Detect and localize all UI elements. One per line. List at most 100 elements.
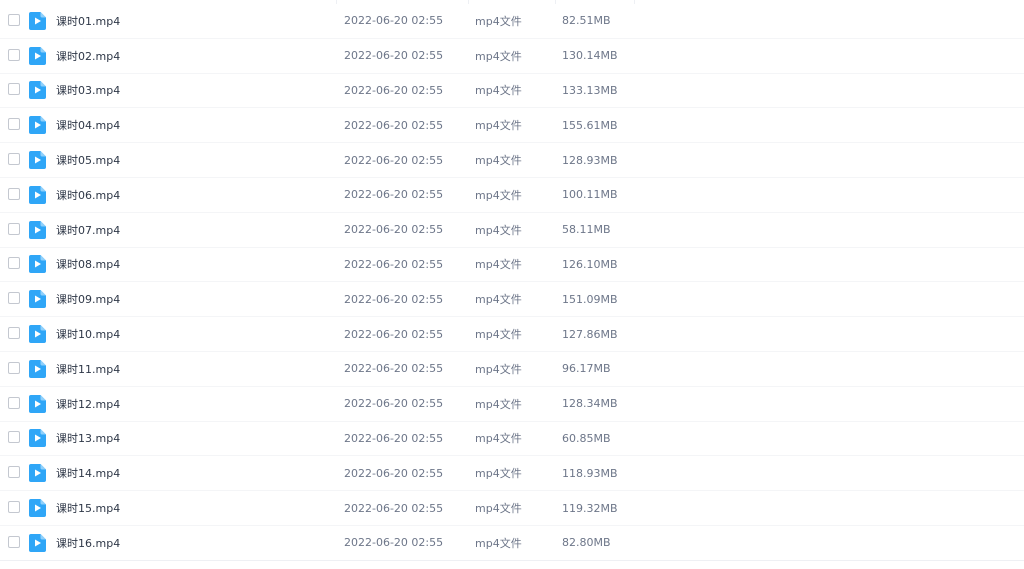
row-checkbox[interactable] (8, 466, 20, 479)
file-modified-date: 2022-06-20 02:55 (344, 292, 444, 306)
file-row[interactable]: 课时16.mp4 2022-06-20 02:55 mp4文件 82.80MB (0, 526, 1024, 561)
video-file-icon (29, 185, 46, 204)
file-type: mp4文件 (475, 223, 522, 237)
file-name[interactable]: 课时11.mp4 (56, 352, 120, 386)
file-modified-date: 2022-06-20 02:55 (344, 257, 444, 271)
file-modified-date: 2022-06-20 02:55 (344, 153, 444, 167)
row-checkbox[interactable] (8, 153, 20, 166)
file-row[interactable]: 课时01.mp4 2022-06-20 02:55 mp4文件 82.51MB (0, 4, 1024, 39)
row-checkbox[interactable] (8, 118, 20, 131)
file-row[interactable]: 课时15.mp4 2022-06-20 02:55 mp4文件 119.32MB (0, 491, 1024, 526)
file-type: mp4文件 (475, 154, 522, 168)
row-checkbox[interactable] (8, 431, 20, 444)
file-size: 119.32MB (562, 501, 618, 515)
file-name[interactable]: 课时07.mp4 (56, 213, 120, 247)
file-type: mp4文件 (475, 258, 522, 272)
row-checkbox[interactable] (8, 396, 20, 409)
file-name[interactable]: 课时01.mp4 (56, 4, 120, 38)
file-type: mp4文件 (475, 397, 522, 411)
file-row[interactable]: 课时03.mp4 2022-06-20 02:55 mp4文件 133.13MB (0, 74, 1024, 109)
video-file-icon (29, 46, 46, 65)
video-file-icon (29, 220, 46, 239)
file-type: mp4文件 (475, 328, 522, 342)
file-name[interactable]: 课时04.mp4 (56, 108, 120, 142)
file-row[interactable]: 课时06.mp4 2022-06-20 02:55 mp4文件 100.11MB (0, 178, 1024, 213)
file-modified-date: 2022-06-20 02:55 (344, 362, 444, 376)
row-checkbox[interactable] (8, 535, 20, 548)
file-row[interactable]: 课时04.mp4 2022-06-20 02:55 mp4文件 155.61MB (0, 108, 1024, 144)
row-checkbox[interactable] (8, 83, 20, 96)
file-name[interactable]: 课时05.mp4 (56, 143, 120, 177)
file-row[interactable]: 课时08.mp4 2022-06-20 02:55 mp4文件 126.10MB (0, 248, 1024, 283)
file-name[interactable]: 课时02.mp4 (56, 39, 120, 73)
file-size: 100.11MB (562, 188, 618, 202)
file-type: mp4文件 (475, 84, 522, 98)
file-size: 127.86MB (562, 327, 618, 341)
file-row[interactable]: 课时13.mp4 2022-06-20 02:55 mp4文件 60.85MB (0, 422, 1024, 457)
video-file-icon (29, 290, 46, 309)
file-name[interactable]: 课时06.mp4 (56, 178, 120, 212)
video-file-icon (29, 429, 46, 448)
file-size: 82.80MB (562, 536, 611, 550)
file-modified-date: 2022-06-20 02:55 (344, 188, 444, 202)
video-file-icon (29, 81, 46, 100)
file-size: 82.51MB (562, 14, 611, 28)
file-size: 118.93MB (562, 466, 618, 480)
file-name[interactable]: 课时03.mp4 (56, 74, 120, 108)
file-modified-date: 2022-06-20 02:55 (344, 223, 444, 237)
file-size: 58.11MB (562, 223, 611, 237)
file-row[interactable]: 课时12.mp4 2022-06-20 02:55 mp4文件 128.34MB (0, 387, 1024, 422)
file-name[interactable]: 课时09.mp4 (56, 282, 120, 316)
file-list: 课时01.mp4 2022-06-20 02:55 mp4文件 82.51MB … (0, 4, 1024, 561)
row-checkbox[interactable] (8, 222, 20, 235)
file-name[interactable]: 课时08.mp4 (56, 248, 120, 282)
file-size: 133.13MB (562, 83, 618, 97)
video-file-icon (29, 116, 46, 135)
video-file-icon (29, 499, 46, 518)
row-checkbox[interactable] (8, 187, 20, 200)
file-modified-date: 2022-06-20 02:55 (344, 118, 444, 132)
file-size: 96.17MB (562, 362, 611, 376)
file-size: 128.93MB (562, 153, 618, 167)
file-row[interactable]: 课时14.mp4 2022-06-20 02:55 mp4文件 118.93MB (0, 456, 1024, 492)
file-type: mp4文件 (475, 467, 522, 481)
file-row[interactable]: 课时09.mp4 2022-06-20 02:55 mp4文件 151.09MB (0, 282, 1024, 318)
file-name[interactable]: 课时13.mp4 (56, 422, 120, 456)
file-name[interactable]: 课时12.mp4 (56, 387, 120, 421)
file-size: 130.14MB (562, 49, 618, 63)
file-type: mp4文件 (475, 293, 522, 307)
file-row[interactable]: 课时11.mp4 2022-06-20 02:55 mp4文件 96.17MB (0, 352, 1024, 387)
row-checkbox[interactable] (8, 292, 20, 305)
file-name[interactable]: 课时15.mp4 (56, 491, 120, 525)
video-file-icon (29, 255, 46, 274)
row-checkbox[interactable] (8, 257, 20, 270)
video-file-icon (29, 325, 46, 344)
file-type: mp4文件 (475, 49, 522, 63)
row-checkbox[interactable] (8, 48, 20, 61)
file-type: mp4文件 (475, 362, 522, 376)
row-checkbox[interactable] (8, 361, 20, 374)
file-size: 128.34MB (562, 397, 618, 411)
row-checkbox[interactable] (8, 13, 20, 26)
file-modified-date: 2022-06-20 02:55 (344, 536, 444, 550)
file-name[interactable]: 课时10.mp4 (56, 317, 120, 351)
video-file-icon (29, 533, 46, 552)
file-size: 126.10MB (562, 257, 618, 271)
row-checkbox[interactable] (8, 501, 20, 514)
file-modified-date: 2022-06-20 02:55 (344, 431, 444, 445)
file-name[interactable]: 课时14.mp4 (56, 456, 120, 490)
file-size: 60.85MB (562, 431, 611, 445)
file-row[interactable]: 课时10.mp4 2022-06-20 02:55 mp4文件 127.86MB (0, 317, 1024, 352)
file-size: 155.61MB (562, 118, 618, 132)
file-row[interactable]: 课时05.mp4 2022-06-20 02:55 mp4文件 128.93MB (0, 143, 1024, 178)
video-file-icon (29, 359, 46, 378)
file-modified-date: 2022-06-20 02:55 (344, 466, 444, 480)
file-size: 151.09MB (562, 292, 618, 306)
row-checkbox[interactable] (8, 327, 20, 340)
file-modified-date: 2022-06-20 02:55 (344, 14, 444, 28)
file-type: mp4文件 (475, 188, 522, 202)
file-row[interactable]: 课时07.mp4 2022-06-20 02:55 mp4文件 58.11MB (0, 213, 1024, 248)
file-row[interactable]: 课时02.mp4 2022-06-20 02:55 mp4文件 130.14MB (0, 39, 1024, 74)
video-file-icon (29, 11, 46, 30)
file-name[interactable]: 课时16.mp4 (56, 526, 120, 560)
